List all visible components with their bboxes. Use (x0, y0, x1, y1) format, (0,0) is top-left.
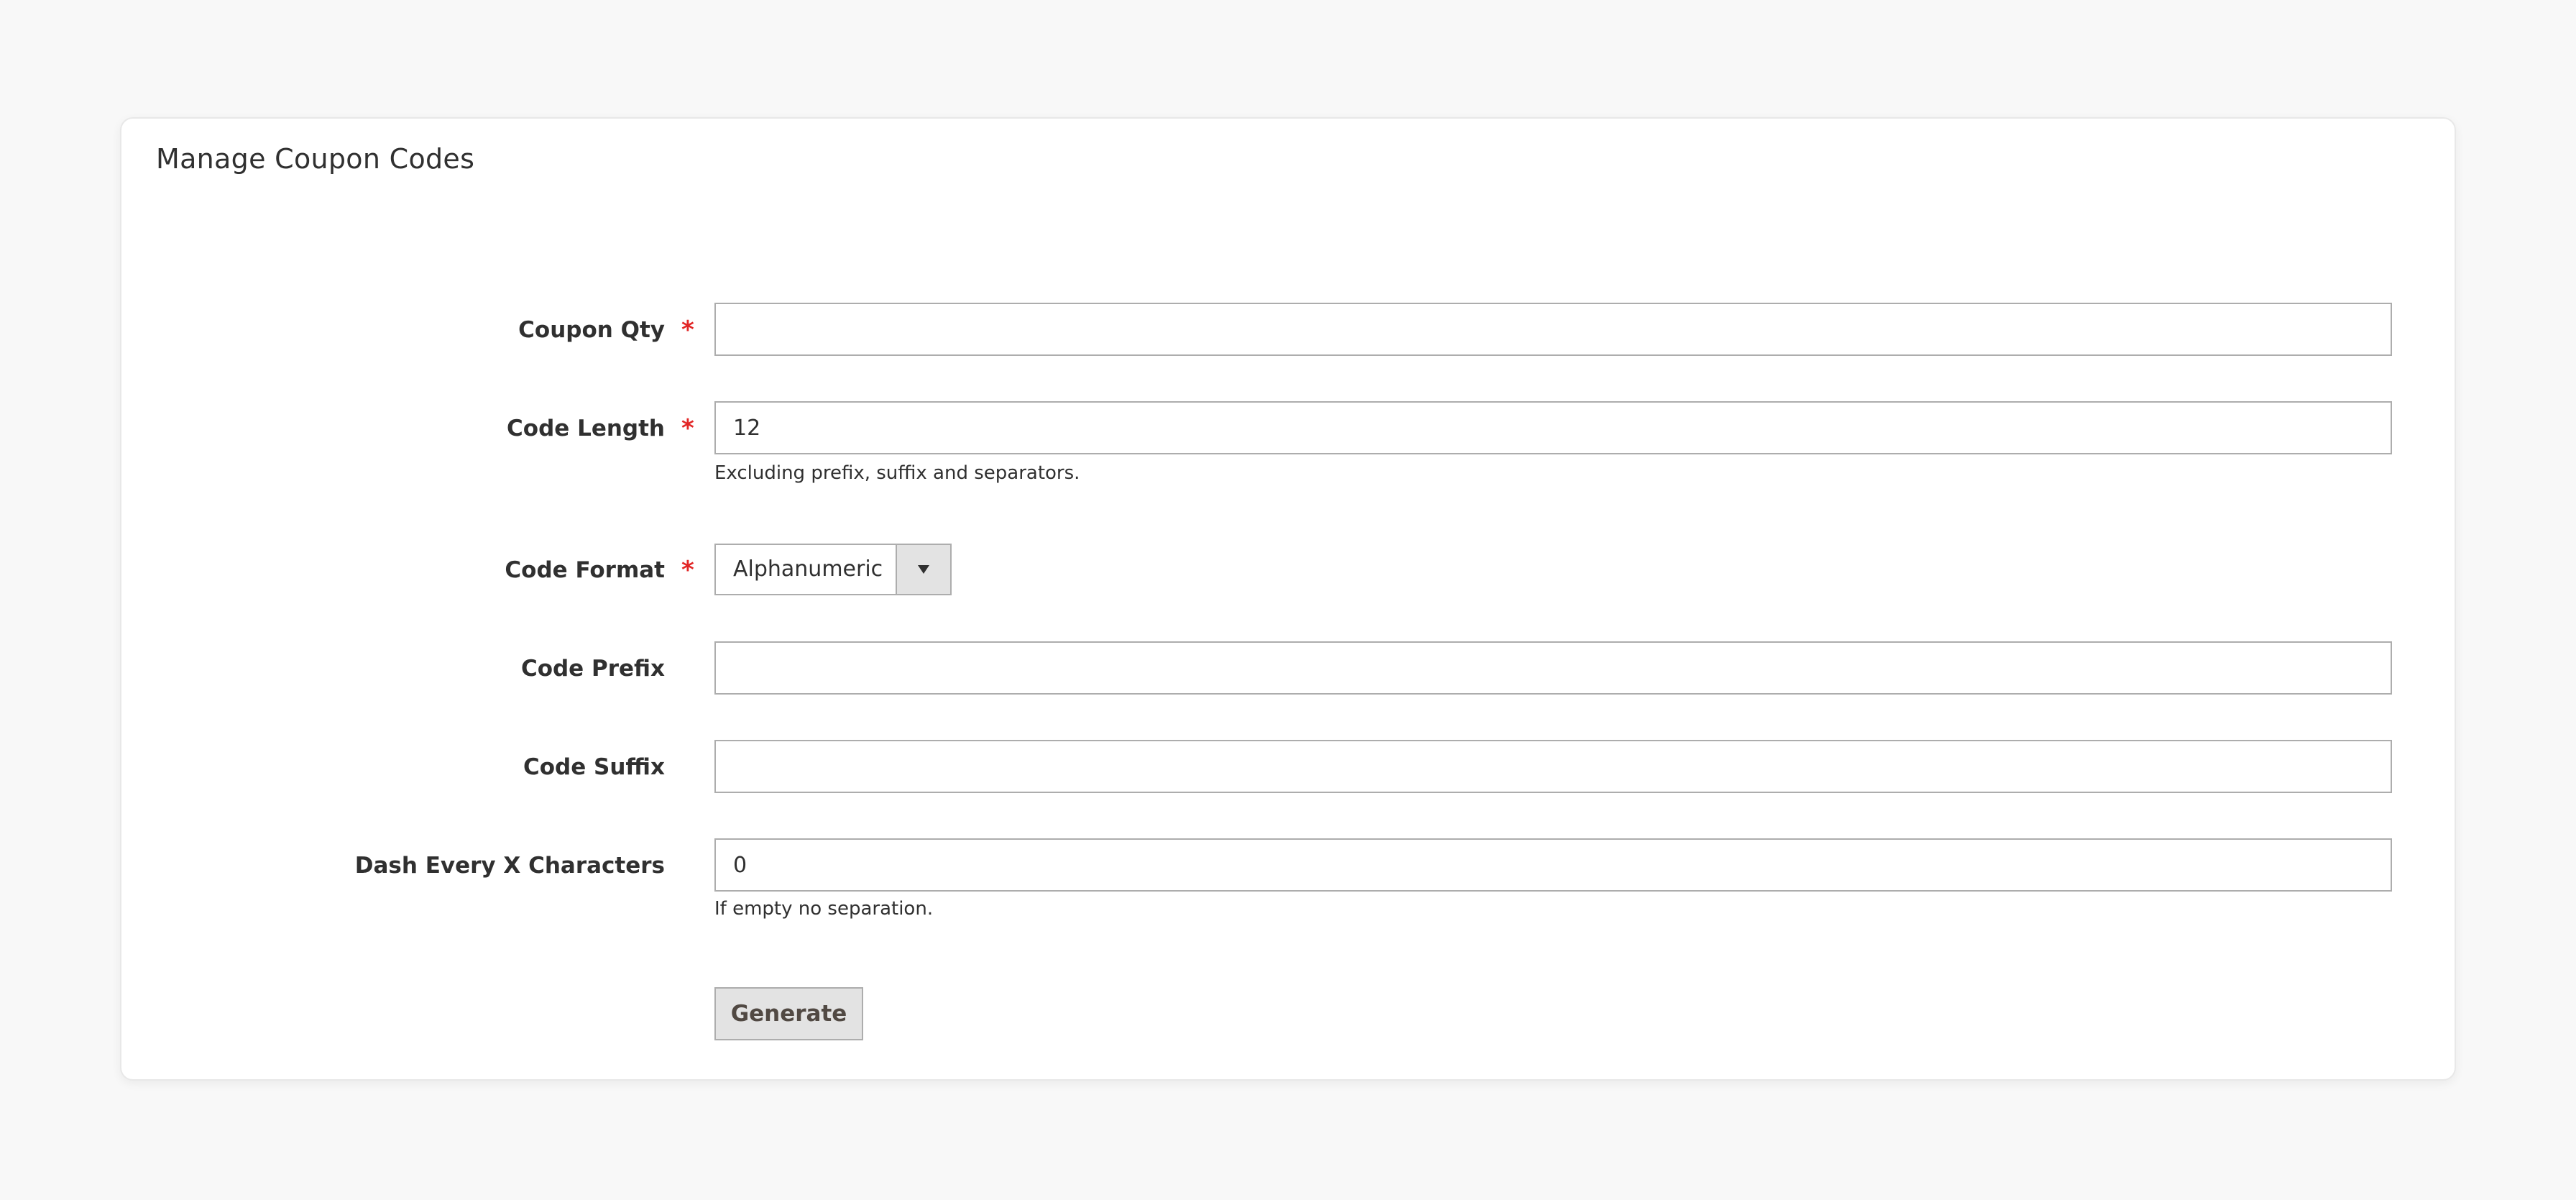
code-format-selected-value: Alphanumeric (733, 557, 883, 582)
coupon-qty-input[interactable] (714, 303, 2392, 356)
required-marker: * (681, 556, 694, 585)
code-suffix-label: Code Suffix (523, 754, 665, 780)
dash-every-label: Dash Every X Characters (354, 853, 665, 879)
code-prefix-input[interactable] (714, 641, 2392, 695)
code-length-note: Excluding prefix, suffix and separators. (714, 462, 1080, 484)
code-format-label: Code Format (505, 557, 665, 583)
dash-every-note: If empty no separation. (714, 898, 934, 920)
code-length-input[interactable] (714, 401, 2392, 454)
code-format-select[interactable]: Alphanumeric (714, 544, 952, 595)
dropdown-toggle[interactable] (896, 545, 950, 594)
required-marker: * (681, 414, 694, 443)
manage-coupon-codes-panel: Manage Coupon Codes Coupon Qty * Code Le… (120, 117, 2456, 1081)
required-marker: * (681, 316, 694, 344)
generate-button[interactable]: Generate (714, 987, 863, 1040)
code-length-label: Code Length (507, 416, 665, 441)
panel-title: Manage Coupon Codes (156, 143, 475, 175)
code-prefix-label: Code Prefix (520, 656, 665, 682)
coupon-qty-label: Coupon Qty (518, 317, 665, 343)
code-suffix-input[interactable] (714, 740, 2392, 793)
caret-down-icon (918, 565, 929, 574)
dash-every-input[interactable] (714, 838, 2392, 892)
